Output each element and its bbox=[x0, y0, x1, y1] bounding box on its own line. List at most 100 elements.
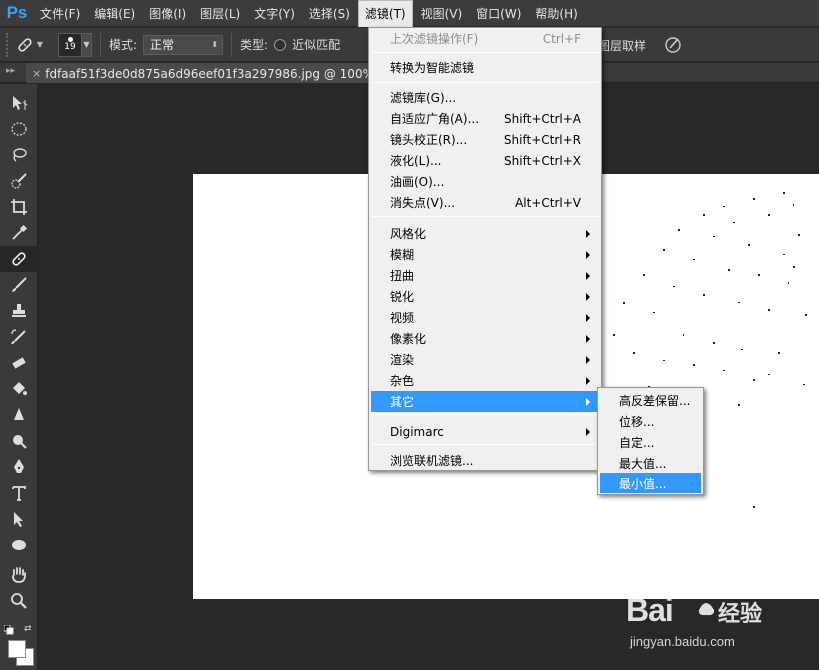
menu-noise[interactable]: 杂色 bbox=[371, 370, 599, 391]
eyedropper-tool[interactable] bbox=[0, 220, 38, 246]
brush-size-picker[interactable]: 19 bbox=[58, 32, 82, 57]
menu-separator bbox=[371, 82, 599, 83]
submenu-arrow-icon bbox=[586, 314, 590, 322]
menu-select[interactable]: 选择(S) bbox=[303, 0, 356, 27]
menu-image[interactable]: 图像(I) bbox=[143, 0, 192, 27]
paint-bucket-tool[interactable] bbox=[0, 376, 38, 402]
pen-icon bbox=[14, 459, 24, 473]
eyedropper-icon bbox=[12, 224, 28, 240]
ellipse-marquee-icon bbox=[11, 122, 27, 136]
menu-lens-correction[interactable]: 镜头校正(R)... Shift+Ctrl+R bbox=[371, 129, 599, 150]
menu-stylize[interactable]: 风格化 bbox=[371, 223, 599, 244]
menu-liquify[interactable]: 液化(L)... Shift+Ctrl+X bbox=[371, 150, 599, 171]
brush-dropdown-button[interactable]: ▼ bbox=[82, 32, 92, 57]
submenu-high-pass[interactable]: 高反差保留... bbox=[600, 390, 701, 410]
move-tool[interactable] bbox=[0, 90, 38, 116]
menu-window[interactable]: 窗口(W) bbox=[470, 0, 527, 27]
stamp-icon bbox=[12, 304, 26, 317]
history-brush-tool[interactable] bbox=[0, 324, 38, 350]
ps-logo: Ps bbox=[6, 3, 28, 22]
healing-brush-icon bbox=[18, 37, 32, 52]
menu-filter-gallery[interactable]: 滤镜库(G)... bbox=[371, 87, 599, 108]
pen-tool[interactable] bbox=[0, 454, 38, 480]
quick-selection-tool[interactable] bbox=[0, 168, 38, 194]
menu-separator bbox=[371, 216, 599, 217]
menu-separator bbox=[371, 414, 599, 415]
submenu-maximum[interactable]: 最大值... bbox=[600, 453, 701, 473]
ellipse-shape-icon bbox=[12, 540, 26, 550]
submenu-arrow-icon bbox=[586, 230, 590, 238]
mode-value: 正常 bbox=[150, 38, 175, 52]
proximity-match-radio[interactable] bbox=[274, 38, 287, 51]
swap-colors-icon[interactable]: ⇄ bbox=[24, 624, 34, 634]
blur-tool[interactable] bbox=[0, 402, 38, 428]
paint-bucket-icon bbox=[13, 382, 27, 395]
tool-preset-picker[interactable]: ▼ bbox=[14, 32, 44, 58]
menu-view[interactable]: 视图(V) bbox=[415, 0, 469, 27]
clone-stamp-tool[interactable] bbox=[0, 298, 38, 324]
mode-select[interactable]: 正常 ⬍ bbox=[143, 34, 224, 55]
menu-help[interactable]: 帮助(H) bbox=[529, 0, 583, 27]
menu-bar: Ps 文件(F) 编辑(E) 图像(I) 图层(L) 文字(Y) 选择(S) 滤… bbox=[0, 0, 819, 27]
type-tool[interactable] bbox=[0, 480, 38, 506]
divider bbox=[231, 32, 233, 57]
menu-video[interactable]: 视频 bbox=[371, 307, 599, 328]
brush-icon bbox=[12, 277, 27, 292]
document-tab[interactable]: × fdfaaf51f3de0d875a6d96eef01f3a297986.j… bbox=[26, 63, 426, 83]
move-icon bbox=[13, 96, 28, 110]
blur-drop-icon bbox=[14, 408, 24, 420]
menu-separator bbox=[371, 444, 599, 445]
brush-tool[interactable] bbox=[0, 272, 38, 298]
path-selection-tool[interactable] bbox=[0, 506, 38, 532]
zoom-tool[interactable] bbox=[0, 588, 38, 614]
menu-digimarc[interactable]: Digimarc bbox=[371, 421, 599, 442]
collapse-arrows-icon[interactable]: ▸▸ bbox=[6, 66, 15, 76]
default-colors-icon[interactable] bbox=[3, 624, 14, 635]
shape-tool[interactable] bbox=[0, 532, 38, 558]
quick-selection-icon bbox=[11, 173, 27, 189]
lasso-icon bbox=[13, 148, 27, 162]
menu-file[interactable]: 文件(F) bbox=[34, 0, 86, 27]
menu-distort[interactable]: 扭曲 bbox=[371, 265, 599, 286]
close-icon[interactable]: × bbox=[32, 67, 41, 80]
menu-separator bbox=[371, 52, 599, 53]
submenu-arrow-icon bbox=[586, 428, 590, 436]
crop-icon bbox=[11, 199, 27, 215]
submenu-minimum[interactable]: 最小值... bbox=[600, 473, 701, 493]
eraser-tool[interactable] bbox=[0, 350, 38, 376]
menu-browse-online-filters[interactable]: 浏览联机滤镜... bbox=[371, 450, 599, 471]
hand-tool[interactable] bbox=[0, 562, 38, 588]
menu-blur[interactable]: 模糊 bbox=[371, 244, 599, 265]
crop-tool[interactable] bbox=[0, 194, 38, 220]
other-submenu: 高反差保留... 位移... 自定... 最大值... 最小值... bbox=[597, 387, 704, 495]
spot-healing-tool[interactable] bbox=[0, 246, 38, 272]
dodge-icon bbox=[13, 435, 27, 449]
menu-render[interactable]: 渲染 bbox=[371, 349, 599, 370]
sample-all-layers-label: 图层取样 bbox=[598, 39, 647, 53]
pressure-size-icon[interactable] bbox=[662, 34, 684, 56]
foreground-color-swatch[interactable] bbox=[8, 640, 26, 658]
menu-layer[interactable]: 图层(L) bbox=[194, 0, 246, 27]
menu-last-filter[interactable]: 上次滤镜操作(F) Ctrl+F bbox=[371, 28, 599, 49]
menu-other[interactable]: 其它 bbox=[371, 391, 599, 412]
menu-type[interactable]: 文字(Y) bbox=[248, 0, 301, 27]
submenu-arrow-icon bbox=[586, 335, 590, 343]
paw-icon bbox=[697, 588, 716, 616]
menu-convert-smart-filter[interactable]: 转换为智能滤镜 bbox=[371, 57, 599, 78]
submenu-arrow-icon bbox=[586, 398, 590, 406]
dodge-tool[interactable] bbox=[0, 428, 38, 454]
submenu-custom[interactable]: 自定... bbox=[600, 432, 701, 452]
menu-pixelate[interactable]: 像素化 bbox=[371, 328, 599, 349]
menu-vanishing-point[interactable]: 消失点(V)... Alt+Ctrl+V bbox=[371, 192, 599, 213]
watermark-jingyan: 经验 bbox=[718, 602, 763, 627]
submenu-offset[interactable]: 位移... bbox=[600, 411, 701, 431]
menu-sharpen[interactable]: 锐化 bbox=[371, 286, 599, 307]
menu-filter[interactable]: 滤镜(T) bbox=[357, 0, 413, 27]
submenu-arrow-icon bbox=[586, 356, 590, 364]
menu-oil-paint[interactable]: 油画(O)... bbox=[371, 171, 599, 192]
options-grip[interactable] bbox=[6, 32, 14, 57]
menu-adaptive-wide-angle[interactable]: 自适应广角(A)... Shift+Ctrl+A bbox=[371, 108, 599, 129]
lasso-tool[interactable] bbox=[0, 142, 38, 168]
menu-edit[interactable]: 编辑(E) bbox=[88, 0, 141, 27]
marquee-tool[interactable] bbox=[0, 116, 38, 142]
